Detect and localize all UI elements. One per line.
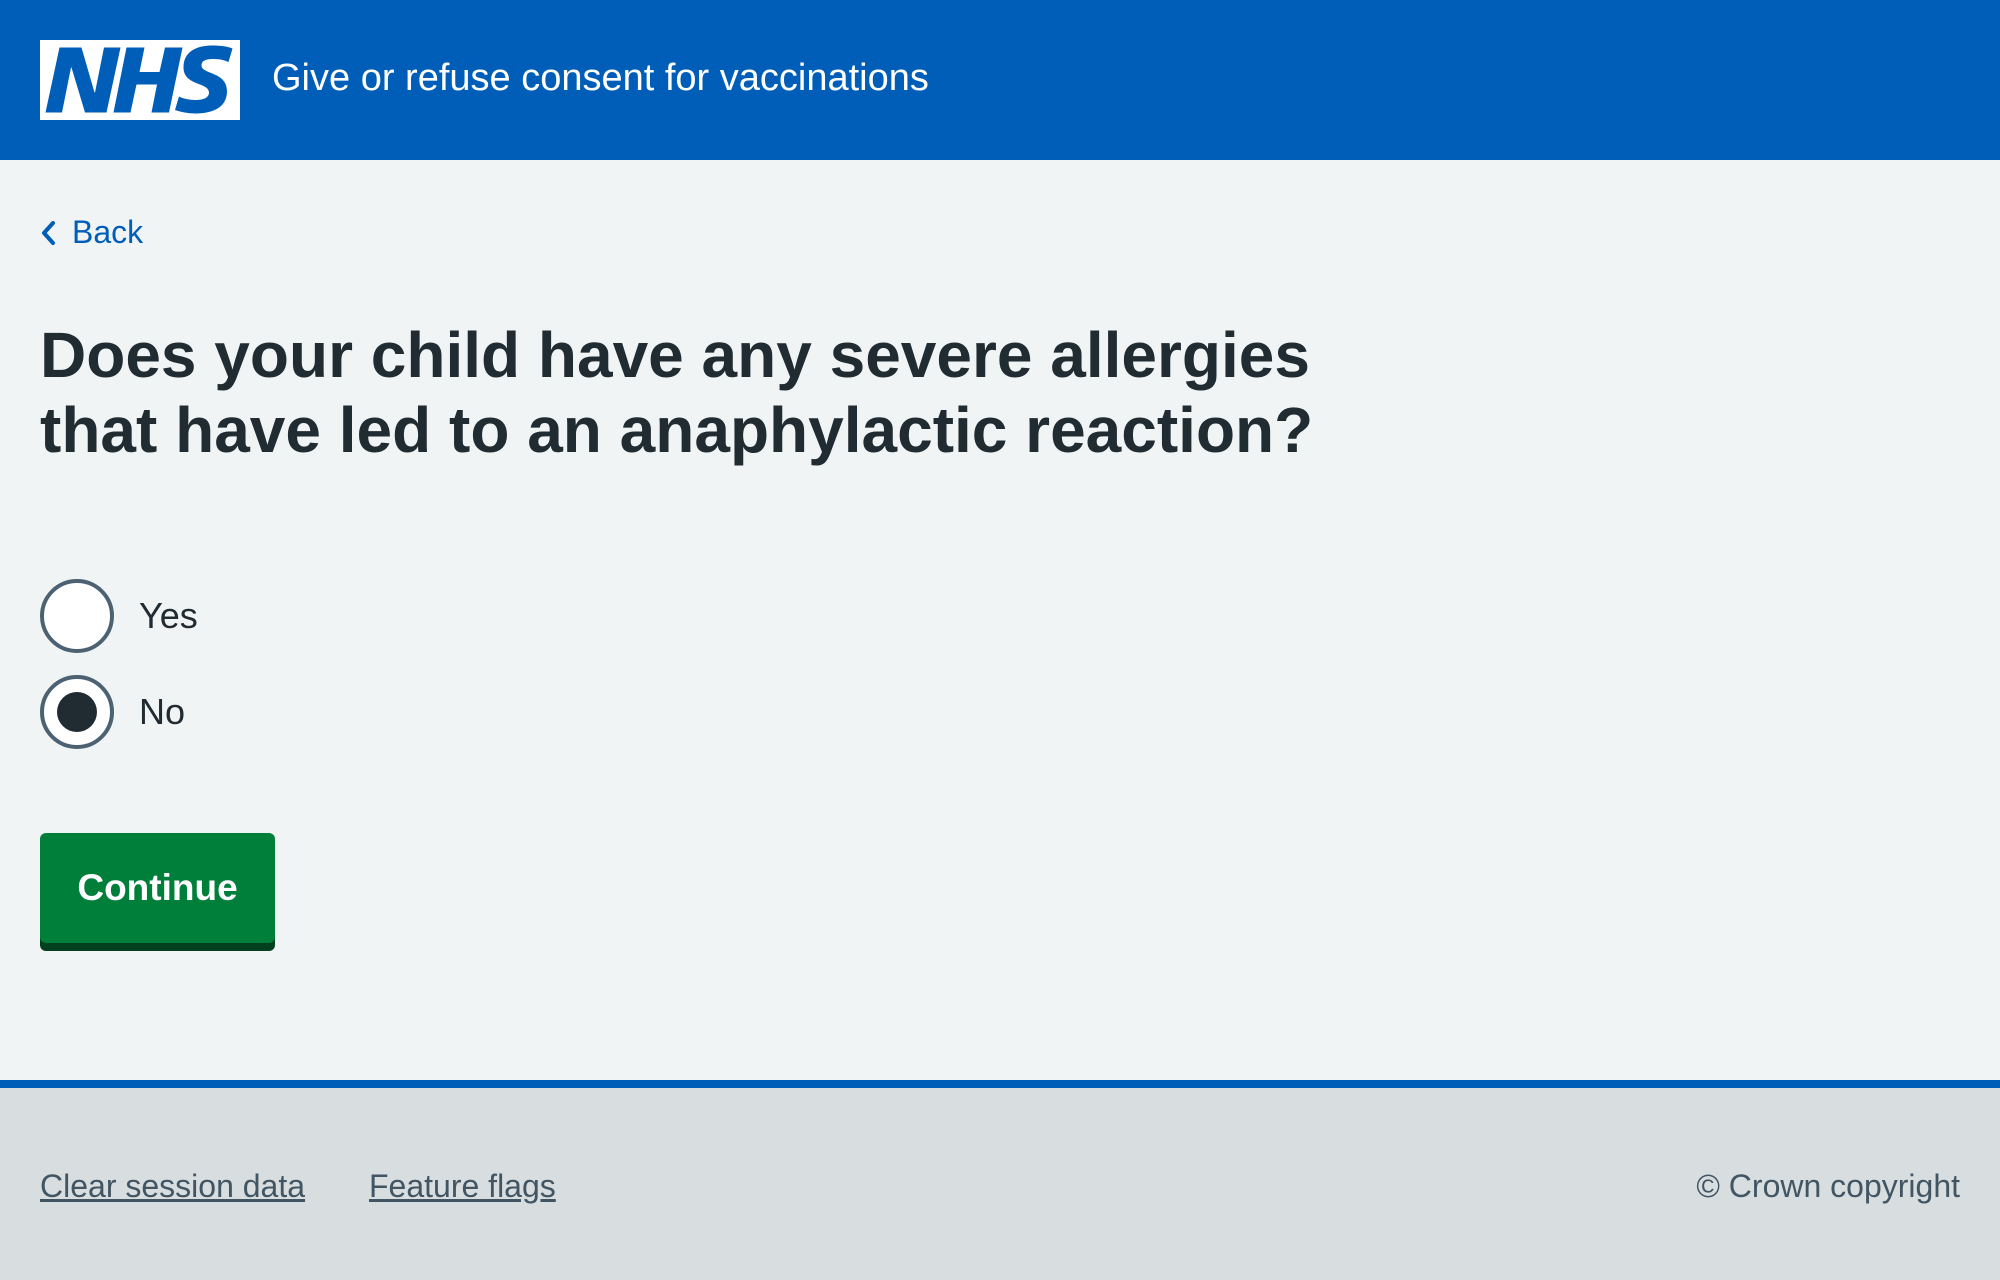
chevron-left-icon — [38, 218, 58, 246]
site-header: Give or refuse consent for vaccinations — [0, 0, 2000, 160]
page-question: Does your child have any severe allergie… — [40, 319, 1314, 466]
back-link[interactable]: Back — [38, 208, 143, 256]
feature-flags-link[interactable]: Feature flags — [369, 1162, 556, 1210]
radio-option-yes[interactable]: Yes — [40, 576, 198, 656]
service-name[interactable]: Give or refuse consent for vaccinations — [272, 52, 929, 104]
radio-yes-label: Yes — [139, 595, 198, 636]
back-link-label: Back — [72, 213, 144, 250]
radio-yes[interactable] — [40, 579, 114, 653]
continue-button[interactable]: Continue — [40, 833, 275, 943]
radio-option-no[interactable]: No — [40, 672, 185, 752]
radio-no-label: No — [139, 691, 186, 732]
radio-selected-dot — [57, 692, 97, 732]
nhs-logo-icon[interactable] — [40, 40, 240, 120]
site-footer: Clear session data Feature flags © Crown… — [0, 1080, 2000, 1280]
copyright-notice: © Crown copyright — [1696, 1168, 1960, 1204]
radio-no[interactable] — [40, 675, 114, 749]
clear-session-data-link[interactable]: Clear session data — [40, 1162, 305, 1210]
